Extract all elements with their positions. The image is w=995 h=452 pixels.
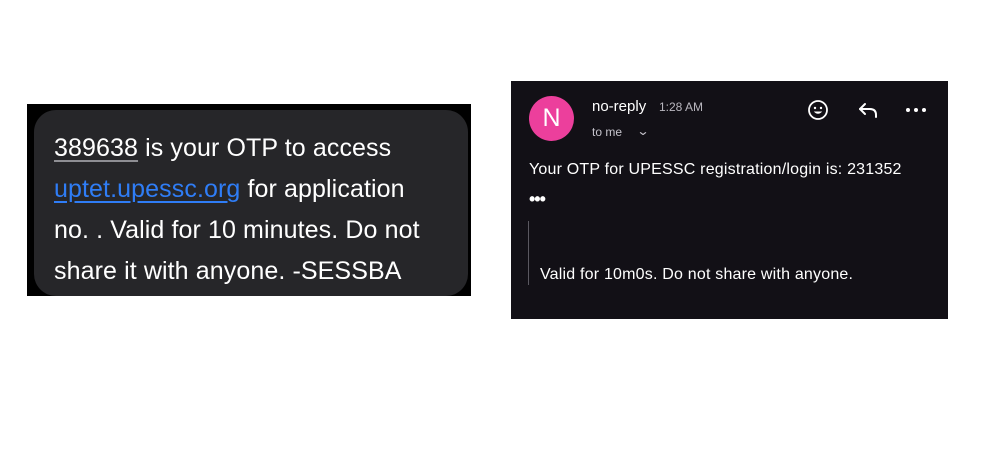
sent-time: 1:28 AM xyxy=(659,100,704,114)
show-trimmed-content-button[interactable]: ••• xyxy=(529,189,546,210)
sms-otp-code[interactable]: 389638 xyxy=(54,134,138,162)
email-message-panel: N no-reply 1:28 AM to me ⌄ Your OTP for … xyxy=(511,81,948,319)
chevron-down-icon[interactable]: ⌄ xyxy=(636,124,649,138)
sms-line3-text: no. . Valid for 10 minutes. Do not xyxy=(54,216,420,244)
more-icon[interactable] xyxy=(904,98,928,122)
sms-line2-text: for application xyxy=(240,175,405,203)
sender-name[interactable]: no-reply xyxy=(592,98,646,115)
sms-link[interactable]: uptet.upessc.org xyxy=(54,175,240,203)
sms-line1-text: is your OTP to access xyxy=(138,134,392,162)
reply-icon[interactable] xyxy=(856,98,880,122)
quoted-text: Valid for 10m0s. Do not share with anyon… xyxy=(540,266,854,283)
sms-text: 389638 is your OTP to access uptet.upess… xyxy=(54,128,464,292)
recipient-label[interactable]: to me xyxy=(592,125,622,139)
avatar: N xyxy=(529,96,574,141)
emoji-icon[interactable] xyxy=(806,98,830,122)
quote-divider xyxy=(528,221,529,285)
sms-line4-text: share it with anyone. -SESSBA xyxy=(54,257,402,285)
sms-bubble: 389638 is your OTP to access uptet.upess… xyxy=(34,110,468,296)
email-body-text: Your OTP for UPESSC registration/login i… xyxy=(529,161,902,178)
sms-message-panel: 389638 is your OTP to access uptet.upess… xyxy=(27,104,471,296)
